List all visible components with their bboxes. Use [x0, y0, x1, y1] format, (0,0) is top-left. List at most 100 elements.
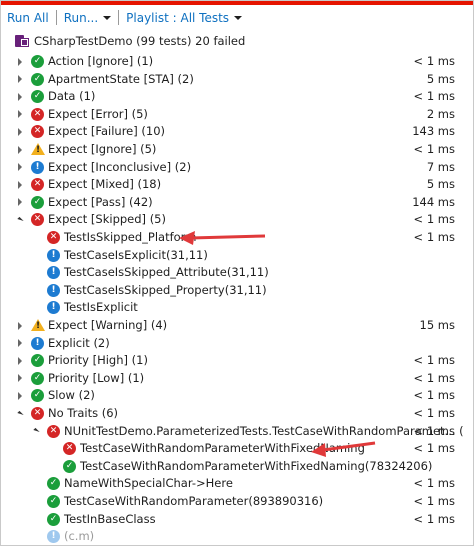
test-duration: < 1 ms — [413, 353, 455, 368]
expand-triangle-right-icon[interactable] — [15, 176, 25, 193]
test-row[interactable]: ✓ Priority [High] (1) < 1 ms — [1, 352, 473, 369]
test-duration: 5 ms — [426, 71, 455, 86]
not-run-info-icon: ! — [47, 248, 60, 262]
test-name: Expect [Mixed] (18) — [48, 177, 162, 192]
failed-x-icon: ✕ — [31, 213, 44, 227]
test-duration: < 1 ms — [413, 89, 455, 104]
test-row[interactable]: ! Expect [Ignore] (5) < 1 ms — [1, 141, 473, 158]
test-duration: < 1 ms — [413, 212, 455, 227]
test-name: TestCaseIsExplicit(31,11) — [64, 247, 208, 262]
test-row[interactable]: ✓ Expect [Pass] (42) 144 ms — [1, 194, 473, 211]
test-row[interactable]: ✕ Expect [Mixed] (18) 5 ms — [1, 176, 473, 193]
test-duration: 143 ms — [412, 124, 455, 139]
test-row[interactable]: ✓ Slow (2) < 1 ms — [1, 387, 473, 404]
passed-check-icon: ✓ — [63, 459, 76, 473]
test-row[interactable]: ✕ Expect [Error] (5) 2 ms — [1, 106, 473, 123]
test-duration: < 1 ms — [413, 54, 455, 68]
test-duration: 7 ms — [426, 159, 455, 174]
expand-triangle-right-icon[interactable] — [15, 53, 25, 70]
annotation-arrow-2 — [311, 441, 376, 457]
expand-triangle-down-icon[interactable] — [15, 405, 25, 422]
test-row[interactable]: ✕ Expect [Failure] (10) 143 ms — [1, 123, 473, 140]
test-row[interactable]: ! (c.m) — [1, 528, 473, 545]
test-row[interactable]: ✕ No Traits (6) < 1 ms — [1, 405, 473, 422]
test-row[interactable]: ! TestCaseIsExplicit(31,11) — [1, 247, 473, 264]
toolbar: Run All Run... Playlist : All Tests — [1, 5, 473, 30]
expand-triangle-right-icon[interactable] — [15, 387, 25, 404]
expand-triangle-down-icon[interactable] — [31, 423, 41, 440]
passed-check-icon: ✓ — [31, 72, 44, 86]
run-all-button[interactable]: Run All — [1, 5, 55, 30]
toolbar-separator — [118, 10, 120, 25]
test-name: NameWithSpecialChar->Here — [64, 476, 233, 491]
test-row[interactable]: ! Expect [Inconclusive] (2) 7 ms — [1, 159, 473, 176]
expand-triangle-right-icon[interactable] — [15, 370, 25, 387]
failed-x-icon: ✕ — [31, 125, 44, 139]
test-row[interactable]: ✕ TestCaseWithRandomParameterWithFixedNam… — [1, 440, 473, 457]
run-dropdown-button[interactable]: Run... — [58, 5, 117, 30]
passed-check-icon: ✓ — [31, 354, 44, 368]
toolbar-separator — [55, 10, 57, 25]
scrollbar[interactable] — [463, 53, 473, 545]
expand-triangle-right-icon[interactable] — [15, 159, 25, 176]
test-name: NUnitTestDemo.ParameterizedTests.TestCas… — [64, 423, 474, 438]
test-row[interactable]: ✓ Action [Ignore] (1) < 1 ms — [1, 53, 473, 70]
test-row[interactable]: ! TestIsExplicit — [1, 299, 473, 316]
test-duration: 2 ms — [426, 106, 455, 121]
test-duration: < 1 ms — [413, 423, 455, 438]
test-row[interactable]: ✓ NameWithSpecialChar->Here < 1 ms — [1, 475, 473, 492]
expand-triangle-right-icon[interactable] — [15, 106, 25, 123]
test-duration: < 1 ms — [413, 476, 455, 491]
expand-triangle-right-icon[interactable] — [15, 317, 25, 334]
test-duration: < 1 ms — [413, 511, 455, 526]
test-name: Data (1) — [48, 89, 96, 104]
expand-triangle-right-icon[interactable] — [15, 71, 25, 88]
test-row[interactable]: ! Expect [Warning] (4) 15 ms — [1, 317, 473, 334]
test-row[interactable]: ✕ NUnitTestDemo.ParameterizedTests.TestCa… — [1, 423, 473, 440]
test-name: Expect [Failure] (10) — [48, 124, 166, 139]
expand-triangle-right-icon[interactable] — [15, 335, 25, 352]
expand-triangle-right-icon[interactable] — [15, 352, 25, 369]
test-row[interactable]: ✓ Data (1) < 1 ms — [1, 88, 473, 105]
test-name: TestCaseWithRandomParameter(893890316) — [64, 494, 324, 508]
test-duration: < 1 ms — [413, 441, 455, 456]
expand-triangle-right-icon[interactable] — [15, 88, 25, 105]
test-name: TestInBaseClass — [64, 511, 156, 526]
test-name: Action [Ignore] (1) — [48, 54, 154, 68]
test-name: Priority [High] (1) — [48, 353, 148, 368]
annotation-arrow-1 — [179, 231, 266, 245]
test-duration: 144 ms — [412, 194, 455, 209]
failed-x-icon: ✕ — [63, 442, 76, 456]
test-row[interactable]: ! TestCaseIsSkipped_Property(31,11) — [1, 282, 473, 299]
test-name: Expect [Inconclusive] (2) — [48, 159, 192, 174]
passed-check-icon: ✓ — [31, 195, 44, 209]
playlist-dropdown[interactable]: Playlist : All Tests — [120, 5, 248, 30]
test-row[interactable]: ✓ TestCaseWithRandomParameter(893890316) <… — [1, 493, 473, 510]
project-summary: CSharpTestDemo (99 tests) 20 failed — [1, 31, 473, 51]
test-name: ApartmentState [STA] (2) — [48, 71, 194, 86]
visual-studio-project-icon — [15, 34, 29, 48]
test-row[interactable]: ✓ TestInBaseClass < 1 ms — [1, 511, 473, 528]
test-row[interactable]: ✓ TestCaseWithRandomParameterWithFixedNam… — [1, 458, 473, 475]
test-duration: < 1 ms — [413, 406, 455, 420]
chevron-down-icon — [103, 16, 112, 20]
passed-check-icon: ✓ — [47, 495, 60, 508]
expand-triangle-right-icon[interactable] — [15, 194, 25, 211]
not-run-info-icon: ! — [47, 301, 60, 315]
passed-check-icon: ✓ — [31, 55, 44, 68]
test-row[interactable]: ! TestCaseIsSkipped_Attribute(31,11) — [1, 264, 473, 281]
passed-check-icon: ✓ — [47, 512, 60, 526]
test-name: Slow (2) — [48, 388, 95, 403]
expand-triangle-right-icon[interactable] — [15, 123, 25, 140]
not-run-info-icon: ! — [47, 283, 60, 297]
expand-triangle-right-icon[interactable] — [15, 141, 25, 158]
passed-check-icon: ✓ — [31, 389, 44, 403]
test-explorer-window: Run All Run... Playlist : All Tests CSha… — [0, 0, 474, 546]
test-row[interactable]: ✓ ApartmentState [STA] (2) 5 ms — [1, 71, 473, 88]
test-row[interactable]: ✓ Priority [Low] (1) < 1 ms — [1, 370, 473, 387]
test-row[interactable]: ✕ Expect [Skipped] (5) < 1 ms — [1, 211, 473, 228]
test-duration: 15 ms — [419, 318, 455, 332]
expand-triangle-down-icon[interactable] — [15, 211, 25, 228]
test-row[interactable]: ! Explicit (2) — [1, 335, 473, 352]
failed-x-icon: ✕ — [47, 231, 60, 244]
